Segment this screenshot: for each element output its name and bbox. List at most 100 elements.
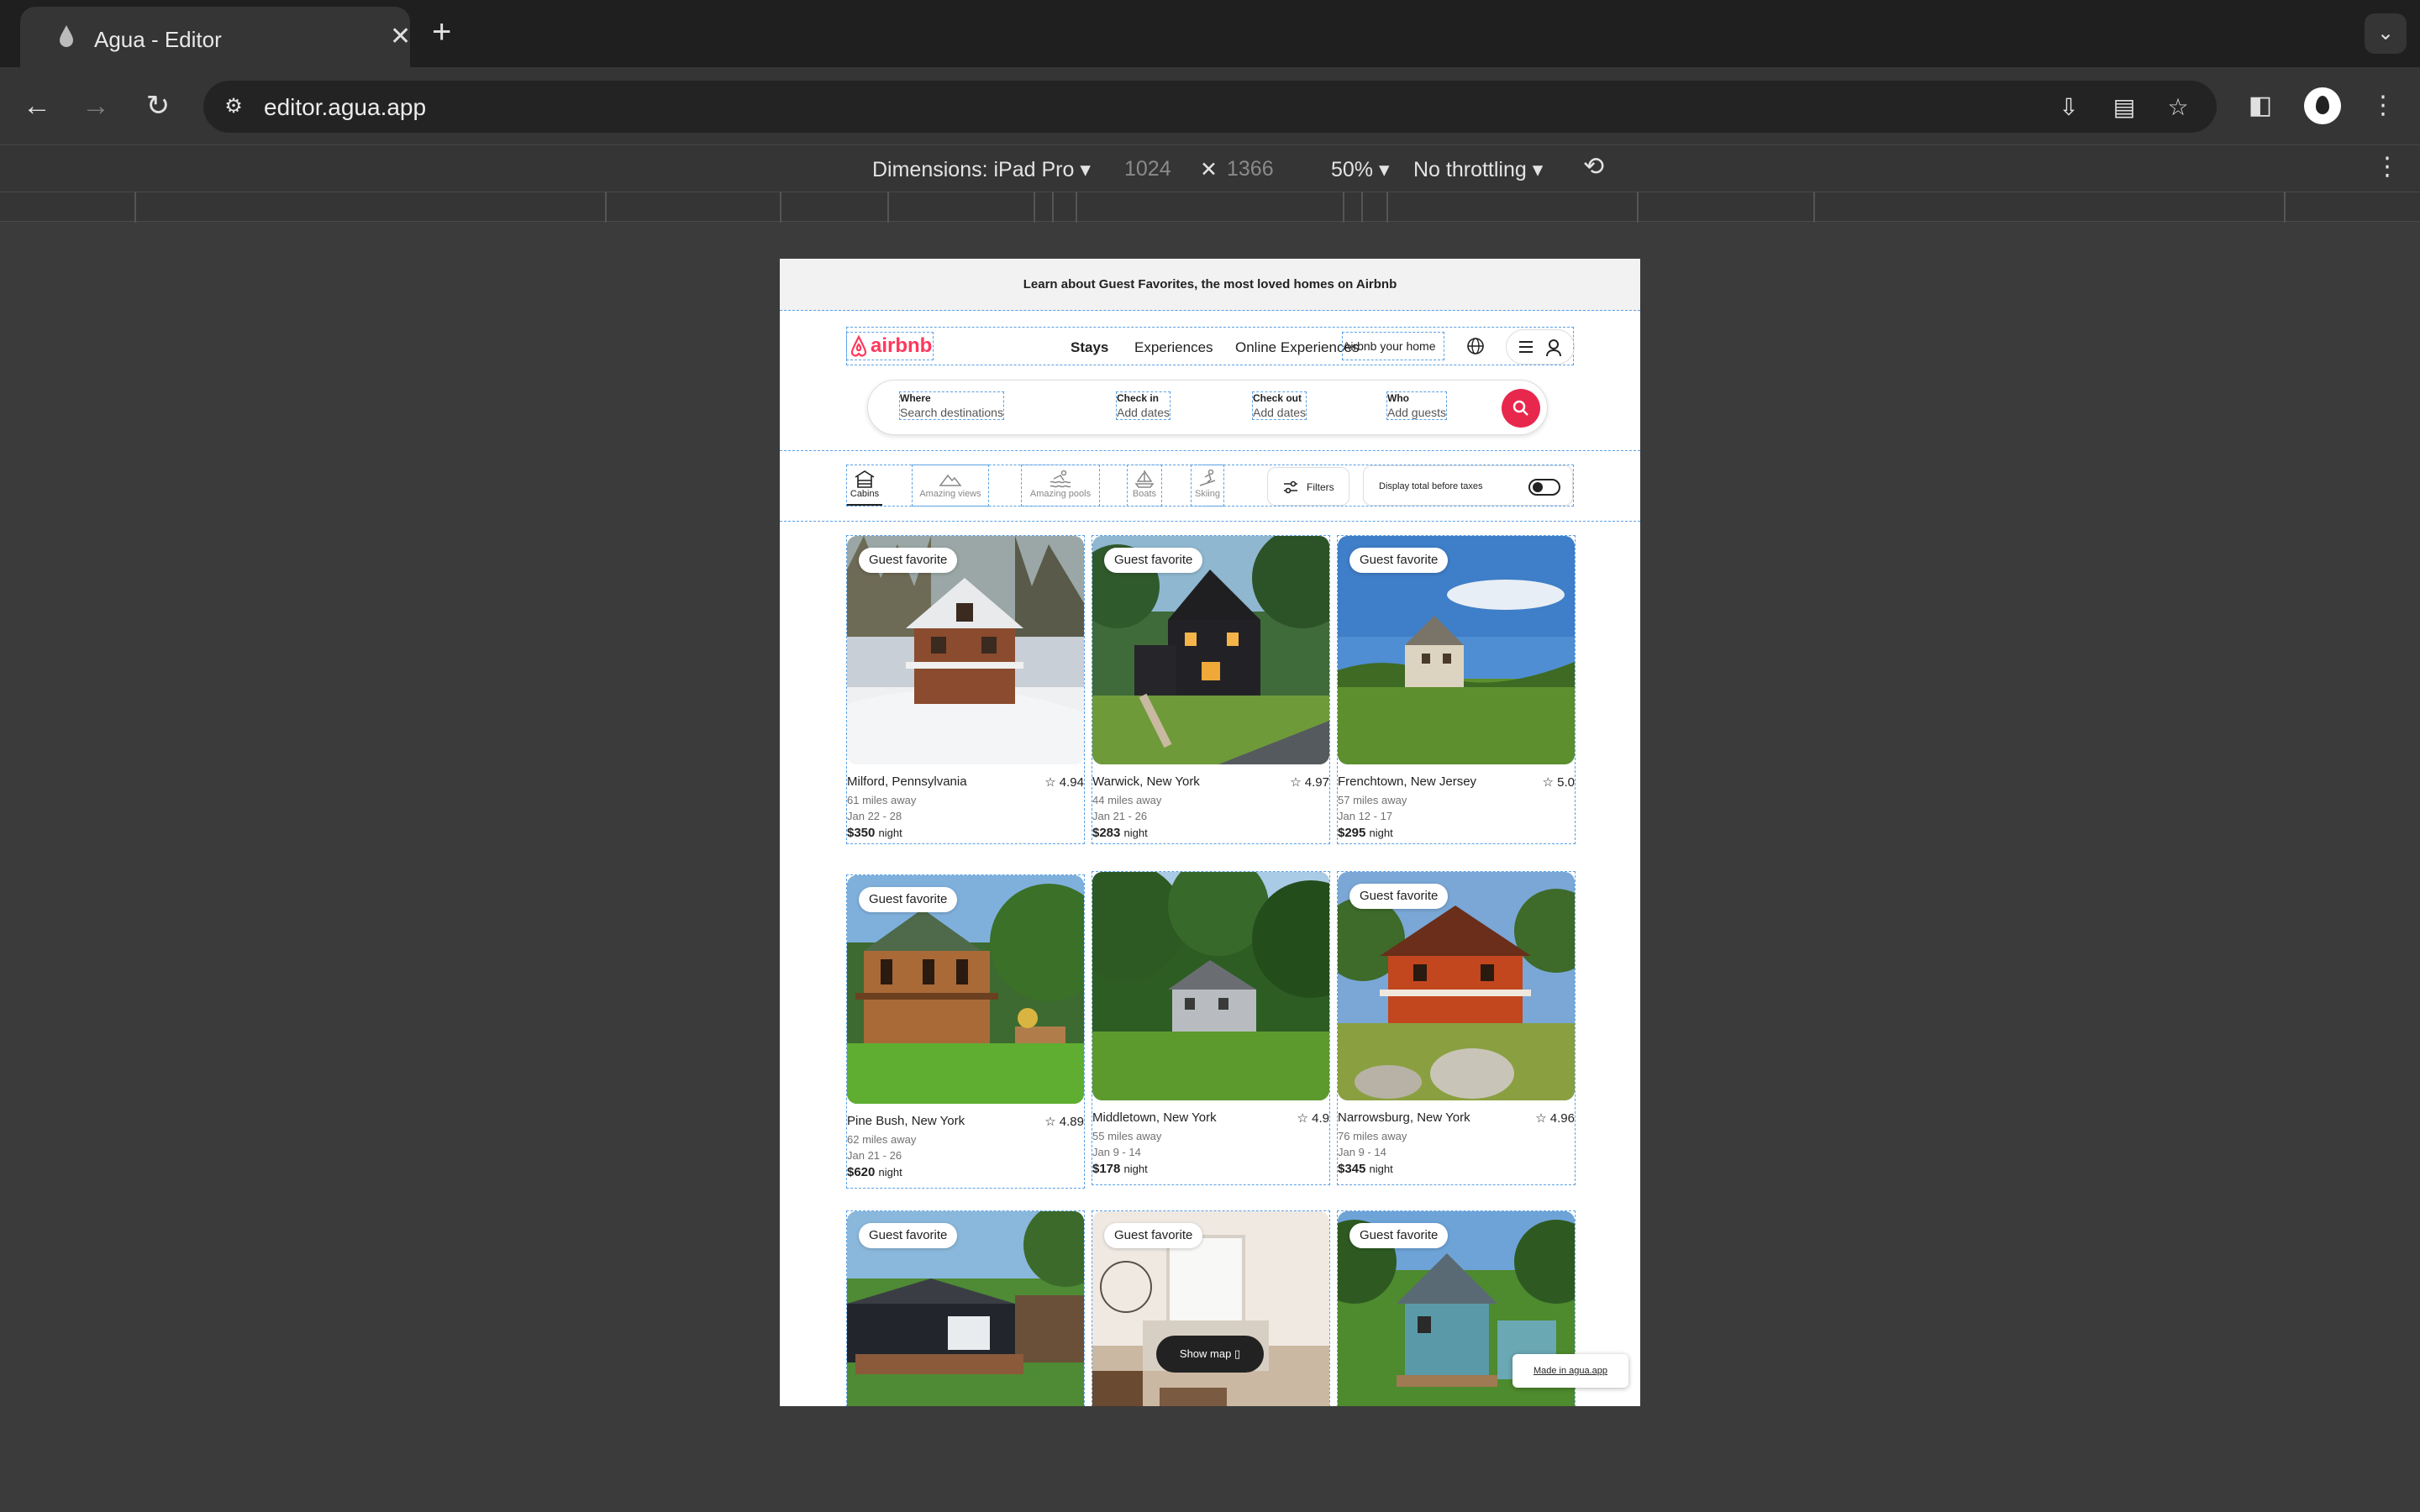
site-header: airbnb Stays Experiences Online Experien… (846, 327, 1575, 365)
reload-icon[interactable]: ↻ (138, 86, 178, 126)
guest-favorite-badge: Guest favorite (1349, 1223, 1449, 1248)
dimensions-dropdown[interactable]: Dimensions: iPad Pro ▾ (872, 157, 1091, 182)
made-in-agua-link[interactable]: Made in agua.app (1512, 1354, 1628, 1388)
listing-photo[interactable]: Guest favorite (1338, 872, 1575, 1100)
guest-favorite-badge: Guest favorite (1104, 548, 1203, 573)
who-value: Add guests (1387, 406, 1447, 419)
tab-search-icon[interactable]: ⌄ (2365, 13, 2407, 54)
listing-dates: Jan 21 - 26 (1092, 810, 1148, 822)
category-boats[interactable]: Boats (1127, 465, 1162, 507)
category-amazing-pools[interactable]: Amazing pools (1021, 465, 1100, 507)
listing-photo[interactable]: Guest favorite (1092, 1211, 1329, 1406)
width-input[interactable]: 1024 (1124, 157, 1171, 181)
listing-distance: 44 miles away (1092, 794, 1162, 806)
check-in-label: Check in (1117, 392, 1160, 404)
listing-photo[interactable]: Guest favorite (847, 875, 1084, 1104)
listing-price: $350 night (847, 826, 902, 840)
globe-icon[interactable] (1465, 336, 1486, 356)
listing-photo[interactable] (1092, 872, 1329, 1100)
save-page-icon[interactable]: ▤ (2107, 91, 2141, 124)
forward-icon[interactable]: → (76, 86, 116, 126)
header-divider (780, 450, 1640, 451)
tab-strip: Agua - Editor ✕ + ⌄ (0, 0, 2420, 67)
side-panel-icon[interactable]: ◧ (2242, 87, 2279, 124)
back-icon[interactable]: ← (17, 86, 57, 126)
agua-extension-icon[interactable] (2304, 87, 2341, 124)
mountain-icon (939, 474, 962, 486)
listing-card[interactable]: Guest favorite Pine Bush, New York ☆ 4.8… (846, 874, 1085, 1189)
category-label: Skiing (1195, 489, 1220, 499)
sliders-icon (1284, 480, 1297, 494)
airbnb-logo[interactable]: airbnb (846, 332, 934, 360)
listing-photo[interactable]: Guest favorite (847, 536, 1084, 764)
category-label: Cabins (850, 489, 880, 499)
where-field[interactable]: Where Search destinations (899, 391, 1004, 420)
browser-menu-icon[interactable]: ⋮ (2365, 87, 2402, 124)
address-bar[interactable]: ⚙ editor.agua.app ⇩ ▤ ☆ (203, 81, 2217, 133)
zoom-dropdown[interactable]: 50% ▾ (1331, 157, 1390, 182)
taxes-toggle[interactable] (1528, 479, 1560, 496)
site-info-icon[interactable]: ⚙ (217, 91, 250, 123)
listing-location: Pine Bush, New York (847, 1114, 965, 1128)
listing-photo[interactable]: Guest favorite (1092, 536, 1329, 764)
nav-online-experiences[interactable]: Online Experiences (1235, 339, 1359, 356)
listing-card[interactable]: Middletown, New York ☆ 4.9 55 miles away… (1092, 871, 1330, 1185)
check-in-value: Add dates (1117, 406, 1171, 419)
listing-dates: Jan 9 - 14 (1092, 1146, 1141, 1158)
guest-favorites-banner[interactable]: Learn about Guest Favorites, the most lo… (780, 259, 1640, 311)
listing-card[interactable]: Guest favorite Warwick, New York ☆ 4.97 … (1092, 535, 1330, 844)
guest-favorite-badge: Guest favorite (1349, 548, 1449, 573)
price-unit: night (1123, 827, 1148, 839)
listing-card[interactable]: Guest favorite Narrowsburg, New York ☆ 4… (1337, 871, 1576, 1185)
listing-card[interactable]: Guest favorite Frenchtown, New Jersey ☆ … (1337, 535, 1576, 844)
nav-stays[interactable]: Stays (1071, 339, 1108, 356)
category-amazing-views[interactable]: Amazing views (912, 465, 989, 507)
listing-card[interactable]: Guest favorite Milford, Pennsylvania ☆ 4… (846, 535, 1085, 844)
listing-location: Milford, Pennsylvania (847, 774, 967, 789)
search-button[interactable] (1502, 389, 1540, 428)
price-amount: $178 (1092, 1162, 1121, 1176)
rotate-icon[interactable]: ⟲ (1583, 152, 1604, 181)
user-menu-button[interactable] (1506, 329, 1575, 365)
guest-favorite-badge: Guest favorite (859, 548, 958, 573)
browser-toolbar: ← → ↻ ⚙ editor.agua.app ⇩ ▤ ☆ ◧ ⋮ (0, 67, 2420, 144)
listing-photo[interactable]: Guest favorite (847, 1211, 1084, 1406)
nav-experiences[interactable]: Experiences (1134, 339, 1213, 356)
install-app-icon[interactable]: ⇩ (2052, 91, 2086, 124)
listing-photo[interactable]: Guest favorite (1338, 536, 1575, 764)
check-in-field[interactable]: Check in Add dates (1115, 391, 1171, 420)
device-toolbar: Dimensions: iPad Pro ▾ 1024 ✕ 1366 50% ▾… (0, 144, 2420, 192)
check-out-field[interactable]: Check out Add dates (1251, 391, 1307, 420)
listing-distance: 62 miles away (847, 1133, 917, 1146)
user-icon (1546, 339, 1561, 357)
listing-dates: Jan 21 - 26 (847, 1149, 902, 1162)
device-more-icon[interactable]: ⋮ (2375, 152, 2400, 181)
guest-favorite-badge: Guest favorite (1349, 884, 1449, 909)
guest-favorite-badge: Guest favorite (859, 1223, 958, 1248)
where-value: Search destinations (900, 406, 1003, 419)
url-text[interactable]: editor.agua.app (264, 94, 426, 121)
category-cabins[interactable]: Cabins (847, 465, 882, 506)
airbnb-your-home-link[interactable]: Airbnb your home (1342, 332, 1444, 360)
tab-close-icon[interactable]: ✕ (390, 22, 411, 51)
check-out-label: Check out (1253, 392, 1302, 404)
listing-distance: 57 miles away (1338, 794, 1407, 806)
price-unit: night (1123, 1163, 1148, 1175)
listing-card[interactable]: Guest favorite (846, 1210, 1085, 1406)
new-tab-button[interactable]: + (432, 13, 451, 50)
category-skiing[interactable]: Skiing (1191, 465, 1224, 507)
listing-rating: ☆ 4.9 (1297, 1111, 1329, 1126)
price-amount: $283 (1092, 826, 1121, 840)
taxes-toggle-panel: Display total before taxes (1363, 465, 1573, 506)
bookmark-star-icon[interactable]: ☆ (2161, 91, 2195, 124)
listing-price: $295 night (1338, 826, 1393, 840)
filters-button[interactable]: Filters (1267, 467, 1349, 506)
height-input[interactable]: 1366 (1227, 157, 1274, 181)
tab-agua-editor[interactable]: Agua - Editor ✕ (20, 7, 411, 67)
media-query-ruler[interactable] (0, 192, 2420, 223)
who-field[interactable]: Who Add guests (1386, 391, 1448, 420)
show-map-button[interactable]: Show map ▯ (1156, 1336, 1264, 1373)
listing-distance: 61 miles away (847, 794, 917, 806)
throttling-dropdown[interactable]: No throttling ▾ (1413, 157, 1543, 182)
listing-card[interactable]: Guest favorite (1092, 1210, 1330, 1406)
